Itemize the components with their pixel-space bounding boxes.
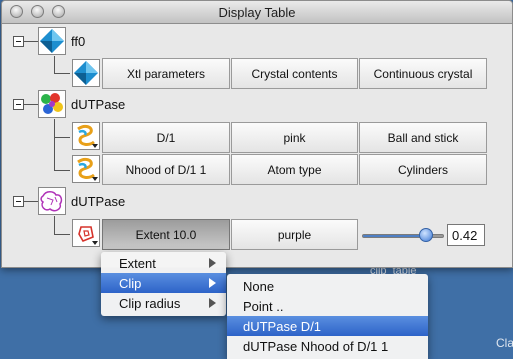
dropdown-arrow-icon [92,177,98,181]
tree-line [54,137,70,138]
nhood-spec-button[interactable]: Nhood of D/1 1 [102,154,230,185]
collapse-dutpase-surface-toggle[interactable] [13,196,24,207]
slider-fill [363,235,426,237]
submenu-arrow-icon [209,278,216,288]
dutpase-node-label: dUTPase [71,97,126,112]
crystal-contents-button[interactable]: Crystal contents [231,58,358,89]
clip-option-dutpase-d1[interactable]: dUTPase D/1 [227,316,428,336]
xtl-parameters-button[interactable]: Xtl parameters [102,58,230,89]
ribbon-icon[interactable] [72,155,100,183]
style-ball-and-stick-button[interactable]: Ball and stick [359,122,487,153]
color-purple-button[interactable]: purple [231,219,358,250]
tree-line [54,56,55,74]
clip-option-dutpase-nhood[interactable]: dUTPase Nhood of D/1 1 [227,336,428,356]
window-titlebar[interactable]: Display Table [2,1,512,24]
ff0-node-label: ff0 [71,34,86,49]
crystal-icon[interactable] [38,27,66,55]
style-cylinders-button[interactable]: Cylinders [359,154,487,185]
menu-item-label: Clip radius [119,295,181,311]
display-table-window: Display Table ff0 Xtl parameters Crystal… [1,0,513,268]
slider-knob[interactable] [418,228,433,242]
transparency-value-field[interactable]: 0.42 [447,224,485,246]
extent-button[interactable]: Extent 10.0 [102,219,230,250]
collapse-ff0-toggle[interactable] [13,36,24,47]
tree-line [24,41,38,42]
clip-option-point[interactable]: Point .. [227,296,428,316]
collapse-dutpase-toggle[interactable] [13,99,24,110]
window-title: Display Table [218,5,296,20]
tree-line [54,216,55,235]
color-pink-button[interactable]: pink [231,122,358,153]
dutpase-surface-node-label: dUTPase [71,194,126,209]
menu-item-label: Extent [119,255,156,271]
color-atom-type-button[interactable]: Atom type [231,154,358,185]
menu-item-clip-radius[interactable]: Clip radius [101,293,226,313]
atom-spec-button[interactable]: D/1 [102,122,230,153]
crystal-icon[interactable] [72,59,100,87]
continuous-crystal-button[interactable]: Continuous crystal [359,58,487,89]
context-menu: Extent Clip Clip radius [101,252,226,316]
tree-line [24,104,38,105]
tree-line [54,170,70,171]
menu-item-label: Clip [119,275,142,291]
submenu-arrow-icon [209,258,216,268]
ribbon-icon[interactable] [72,122,100,150]
menu-item-extent[interactable]: Extent [101,253,226,273]
tree-line [24,201,38,202]
submenu-arrow-icon [209,298,216,308]
surface-mesh-icon[interactable] [38,187,66,215]
clip-submenu: None Point .. dUTPase D/1 dUTPase Nhood … [227,274,428,359]
menu-item-clip[interactable]: Clip [101,273,226,293]
clip-surface-icon[interactable] [72,219,100,247]
molecule-icon[interactable] [38,90,66,118]
clip-option-none[interactable]: None [227,276,428,296]
dropdown-arrow-icon [92,241,98,245]
desktop-corner-label: Cla [496,336,513,350]
tree-line [54,73,70,74]
tree-line [54,119,55,170]
tree-line [54,234,70,235]
dropdown-arrow-icon [92,144,98,148]
